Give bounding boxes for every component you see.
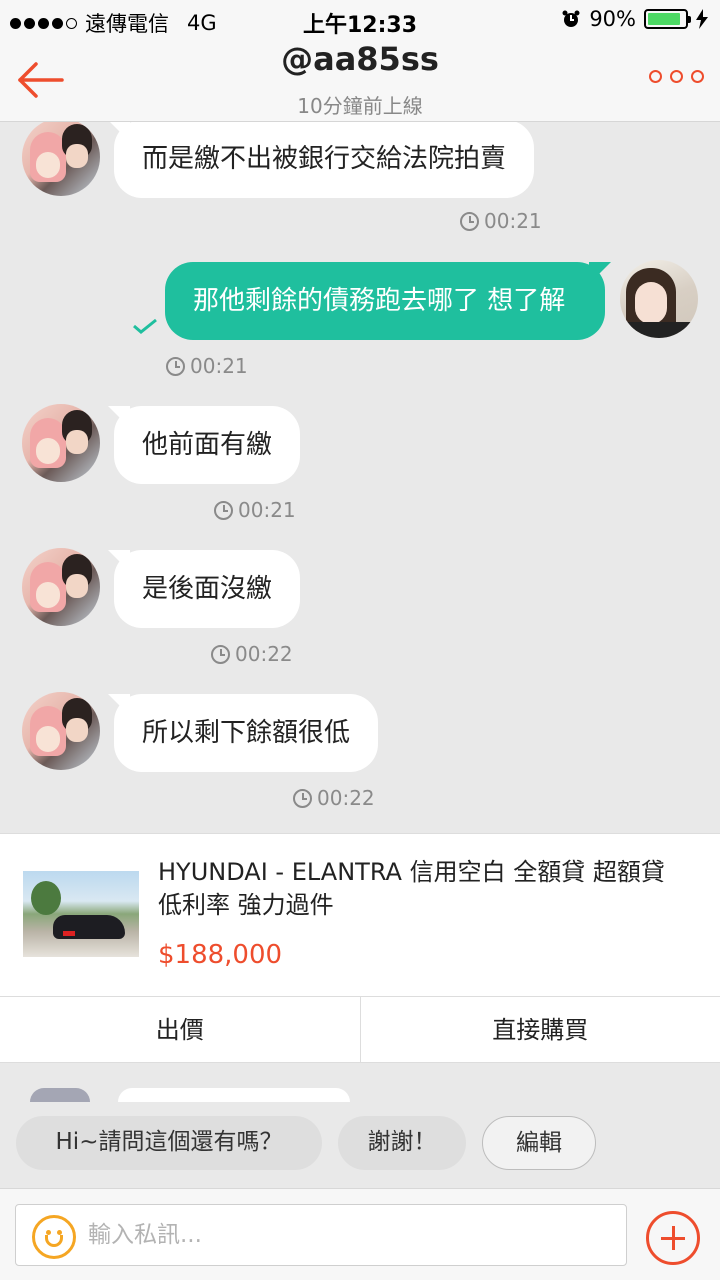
battery-percent: 90% [589,7,636,31]
my-avatar[interactable] [620,260,698,338]
sent-check-icon [133,318,157,334]
message-timestamp: 00:21 [166,354,248,378]
incoming-message[interactable]: 所以剩下餘額很低 [114,694,379,772]
emoji-icon[interactable] [32,1215,76,1259]
chat-username: @aa85ss [281,40,439,78]
message-input-placeholder: 輸入私訊... [88,1222,202,1248]
quick-replies: Hi~請問這個還有嗎？ 謝謝！ 編輯 [0,1116,720,1170]
contact-avatar [30,1088,90,1102]
message-timestamp: 00:22 [293,786,375,810]
message-timestamp: 00:21 [460,209,542,233]
contact-avatar[interactable] [22,404,100,482]
clock-icon [214,500,233,520]
product-price: $188,000 [158,940,283,970]
make-offer-button[interactable]: 出價 [0,997,361,1063]
product-title[interactable]: HYUNDAI - ELANTRA 信用空白 全額貸 超額貸 低利率 強力過件 [158,856,688,922]
contact-avatar[interactable] [22,548,100,626]
edit-quick-replies-button[interactable]: 編輯 [482,1116,596,1170]
clock-icon [293,788,312,808]
outgoing-message[interactable]: 那他剩餘的債務跑去哪了 想了解 [165,262,605,340]
message-timestamp: 00:21 [214,498,296,522]
chat-header: @aa85ss 10分鐘前上線 [0,40,720,122]
buy-now-button[interactable]: 直接購買 [361,997,720,1063]
clock-icon [211,644,230,664]
charging-icon [696,9,708,29]
clock-icon [460,211,479,231]
alarm-icon [562,10,580,27]
quick-reply-chip[interactable]: Hi~請問這個還有嗎？ [16,1116,322,1170]
incoming-message [118,1088,350,1102]
message-input[interactable]: 輸入私訊... [15,1204,627,1266]
contact-avatar[interactable] [22,692,100,770]
product-card[interactable]: HYUNDAI - ELANTRA 信用空白 全額貸 超額貸 低利率 強力過件 … [0,833,720,1063]
add-attachment-icon[interactable] [646,1211,700,1265]
clock-icon [166,356,185,376]
message-input-bar: 輸入私訊... [0,1188,720,1280]
quick-reply-chip[interactable]: 謝謝！ [338,1116,466,1170]
battery-icon [644,9,691,29]
online-status: 10分鐘前上線 [297,94,423,118]
incoming-message[interactable]: 是後面沒繳 [114,550,301,628]
product-image[interactable] [23,871,139,957]
message-list[interactable]: 而是繳不出被銀行交給法院拍賣 00:21 那他剩餘的債務跑去哪了 想了解 00:… [0,122,720,832]
message-timestamp: 00:22 [211,642,293,666]
more-options-icon[interactable] [649,70,704,83]
incoming-message[interactable]: 而是繳不出被銀行交給法院拍賣 [114,122,535,198]
status-bar: 遠傳電信 4G 上午12:33 90% [0,0,720,40]
contact-avatar[interactable] [22,122,100,196]
incoming-message[interactable]: 他前面有繳 [114,406,301,484]
